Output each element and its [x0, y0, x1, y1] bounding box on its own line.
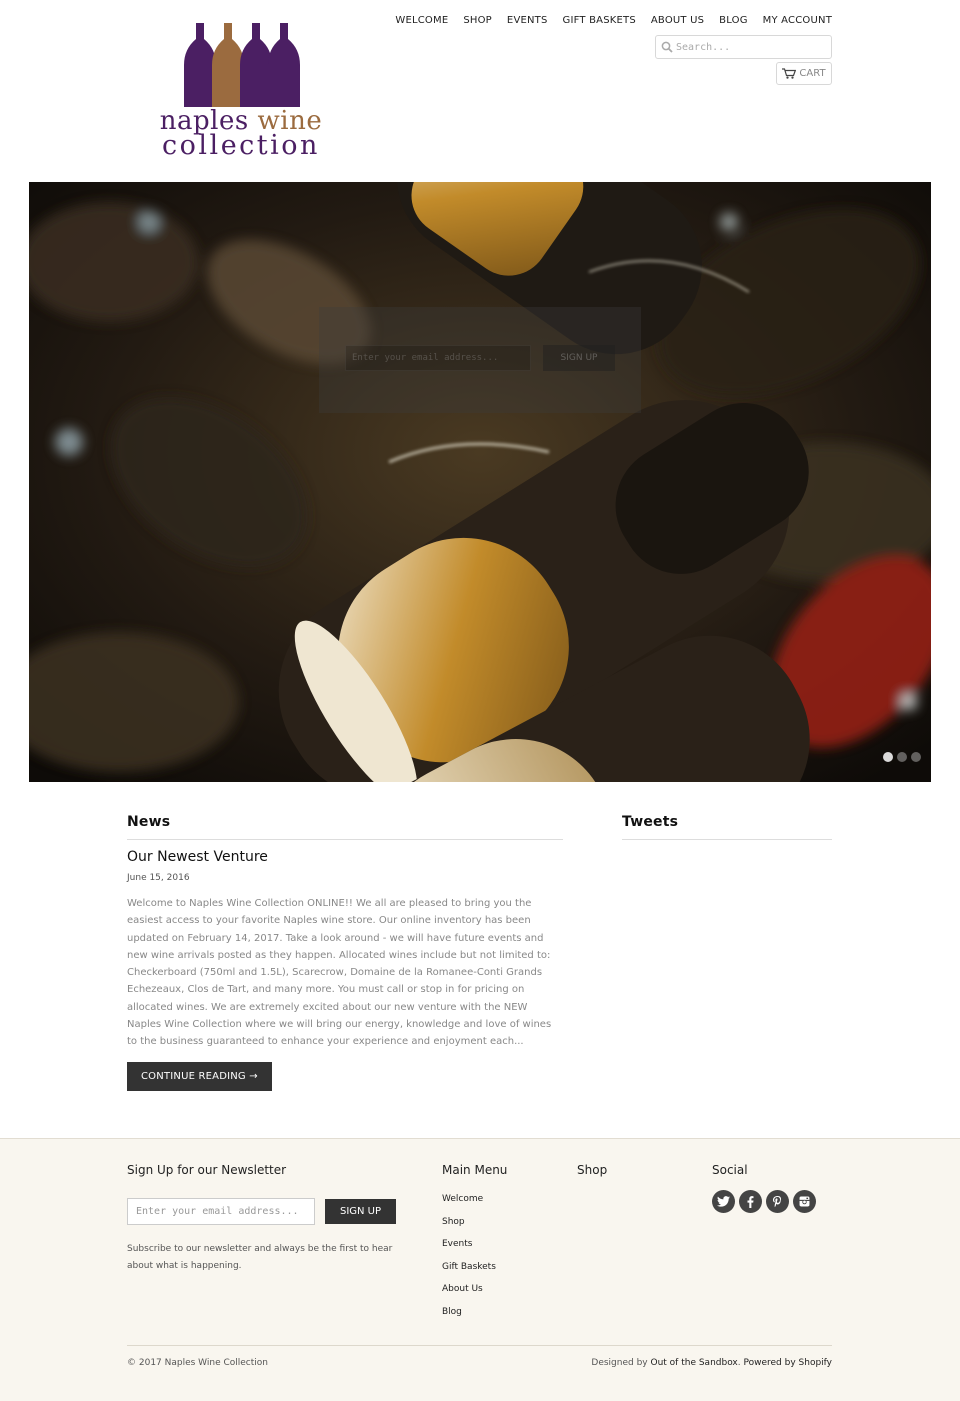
pinterest-icon[interactable] — [766, 1190, 789, 1213]
nav-item-my-account[interactable]: MY ACCOUNT — [748, 14, 832, 28]
news-section: News Our Newest Venture June 15, 2016 We… — [127, 814, 563, 1091]
search-input[interactable] — [676, 38, 826, 56]
article-title[interactable]: Our Newest Venture — [127, 849, 563, 865]
powered-by-shopify-link[interactable]: Powered by Shopify — [744, 1358, 833, 1368]
slide-dot-2[interactable] — [897, 752, 907, 762]
footer-email-input[interactable]: Enter your email address... — [127, 1198, 315, 1225]
hero-slideshow[interactable]: Enter your email address... SIGN UP — [29, 182, 931, 782]
slide-dot-3[interactable] — [911, 752, 921, 762]
footer-shop-title: Shop — [577, 1163, 608, 1177]
facebook-icon[interactable] — [739, 1190, 762, 1213]
site-header: naples wine collection WELCOME SHOP EVEN… — [0, 0, 960, 182]
social-icons — [712, 1190, 832, 1213]
credit-designer-link[interactable]: Out of the Sandbox — [651, 1358, 738, 1368]
footer-newsletter-title: Sign Up for our Newsletter — [127, 1163, 287, 1177]
footer-link-events[interactable]: Events — [442, 1236, 562, 1259]
copyright-text: © 2017 Naples Wine Collection — [127, 1358, 268, 1368]
nav-item-about-us[interactable]: ABOUT US — [636, 14, 704, 28]
news-heading: News — [127, 814, 563, 840]
footer-link-blog[interactable]: Blog — [442, 1304, 562, 1327]
footer-signup-button[interactable]: SIGN UP — [325, 1199, 396, 1224]
cart-button[interactable]: CART — [776, 62, 832, 85]
tweets-heading: Tweets — [622, 814, 832, 840]
footer-link-shop[interactable]: Shop — [442, 1214, 562, 1237]
footer-shop: Shop — [577, 1163, 697, 1177]
footer-bottom-bar: © 2017 Naples Wine Collection Designed b… — [127, 1345, 832, 1368]
twitter-icon[interactable] — [712, 1190, 735, 1213]
logo-text-line2: collection — [162, 130, 320, 161]
footer-link-gift-baskets[interactable]: Gift Baskets — [442, 1259, 562, 1282]
continue-reading-button[interactable]: CONTINUE READING → — [127, 1061, 272, 1091]
slide-dot-1[interactable] — [883, 752, 893, 762]
cart-label: CART — [799, 68, 826, 79]
footer-newsletter-description: Subscribe to our newsletter and always b… — [127, 1244, 393, 1271]
footer-main-menu: Main Menu Welcome Shop Events Gift Baske… — [442, 1163, 562, 1326]
footer-newsletter: Sign Up for our Newsletter Enter your em… — [127, 1163, 417, 1271]
slide-indicators — [883, 752, 921, 762]
footer-credits: Designed by Out of the Sandbox. Powered … — [591, 1358, 832, 1368]
nav-item-blog[interactable]: BLOG — [704, 14, 748, 28]
article-date: June 15, 2016 — [127, 873, 190, 883]
footer-main-menu-title: Main Menu — [442, 1163, 508, 1177]
nav-item-welcome[interactable]: WELCOME — [380, 14, 448, 28]
wine-bottles-logo-icon — [184, 23, 300, 107]
hero-newsletter-signup: Enter your email address... SIGN UP — [319, 307, 641, 413]
hero-email-input[interactable]: Enter your email address... — [345, 345, 531, 371]
nav-item-shop[interactable]: SHOP — [448, 14, 492, 28]
footer-social: Social — [712, 1163, 832, 1213]
site-footer: Sign Up for our Newsletter Enter your em… — [0, 1138, 960, 1401]
search-icon — [661, 41, 673, 53]
footer-link-welcome[interactable]: Welcome — [442, 1191, 562, 1214]
site-logo[interactable]: naples wine collection — [150, 20, 332, 162]
instagram-icon[interactable] — [793, 1190, 816, 1213]
article-excerpt: Welcome to Naples Wine Collection ONLINE… — [127, 898, 552, 1048]
tweets-section: Tweets — [622, 814, 832, 840]
nav-item-gift-baskets[interactable]: GIFT BASKETS — [548, 14, 636, 28]
credit-prefix: Designed by — [591, 1358, 648, 1368]
footer-social-title: Social — [712, 1163, 748, 1177]
footer-link-about-us[interactable]: About Us — [442, 1281, 562, 1304]
search-box — [655, 35, 832, 59]
main-nav: WELCOME SHOP EVENTS GIFT BASKETS ABOUT U… — [380, 14, 832, 28]
cart-icon — [782, 68, 797, 79]
hero-wine-bottles-image — [29, 182, 931, 782]
nav-item-events[interactable]: EVENTS — [492, 14, 548, 28]
hero-signup-button[interactable]: SIGN UP — [543, 345, 615, 371]
